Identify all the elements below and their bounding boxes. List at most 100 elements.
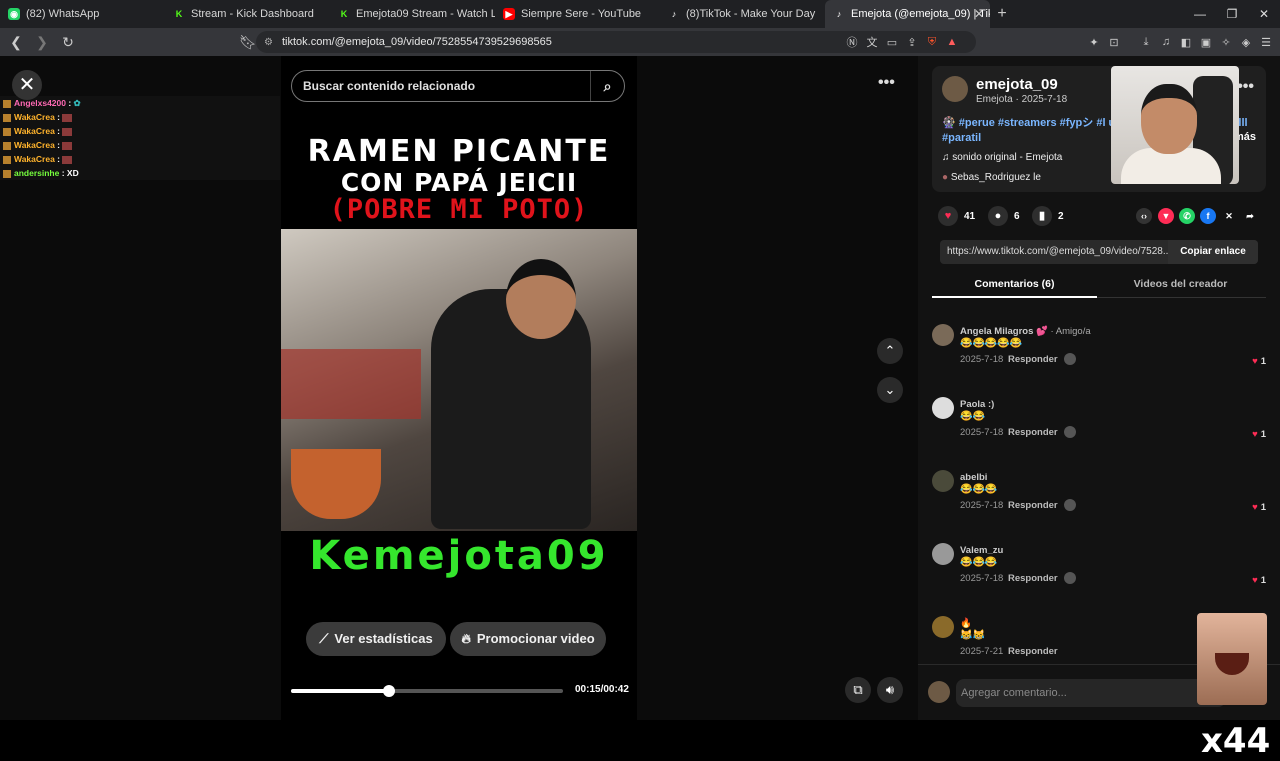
avatar[interactable]	[932, 324, 954, 346]
chat-line: andersinhe : XD	[0, 166, 280, 180]
rewards-icon[interactable]: ▲	[942, 36, 962, 48]
save-button[interactable]: ▮ 2	[1032, 206, 1064, 226]
sound-link[interactable]: ♫ sonido original - Emejota	[942, 152, 1062, 163]
chat-message: XD	[66, 168, 79, 178]
avatar[interactable]	[932, 616, 954, 638]
tab-tiktok-emejota[interactable]: ♪ Emejota (@emejota_09) | TikT ✕	[825, 0, 990, 28]
translate-icon[interactable]: 文	[862, 34, 882, 50]
comment-like-button[interactable]: ♥ 1	[1252, 356, 1266, 367]
bookmark-icon[interactable]: 🔖︎	[238, 34, 258, 51]
avatar[interactable]	[932, 543, 954, 565]
reply-button[interactable]: Responder	[1008, 354, 1058, 365]
more-options-icon[interactable]: •••	[878, 74, 895, 92]
embed-icon[interactable]: ‹›	[1136, 208, 1152, 224]
sidebar-icon[interactable]: ◧	[1176, 36, 1196, 49]
comment-date: 2025-7-21	[960, 646, 1004, 657]
search-icon[interactable]: ⌕	[590, 71, 624, 101]
avatar[interactable]	[932, 470, 954, 492]
back-icon[interactable]: ❮	[6, 34, 26, 51]
comment-author[interactable]: abelbi	[960, 472, 987, 483]
chevron-up-icon[interactable]: ⌃	[877, 338, 903, 364]
tab-comments[interactable]: Comentarios (6)	[932, 278, 1097, 298]
comment-like-button[interactable]: ♥ 1	[1252, 429, 1266, 440]
avatar[interactable]	[932, 397, 954, 419]
comment-text: 😹😹	[960, 630, 985, 641]
tab-kick-stream[interactable]: K Emejota09 Stream - Watch Live on Ki	[330, 0, 495, 28]
extensions-icon[interactable]: ✦	[1084, 36, 1104, 49]
repost-icon[interactable]: ▼	[1158, 208, 1174, 224]
media-icon[interactable]: ♫	[1156, 36, 1176, 48]
brave-shield-icon[interactable]: ⛨	[922, 36, 942, 49]
minimize-icon[interactable]: —	[1184, 0, 1216, 28]
cast-icon[interactable]: ▭	[882, 36, 902, 49]
emote-icon	[62, 155, 73, 164]
author-username[interactable]: emejota_09	[976, 76, 1058, 93]
screenshot-icon[interactable]: ⊡	[1104, 36, 1124, 49]
reply-button[interactable]: Responder	[1008, 427, 1058, 438]
progress-handle[interactable]	[382, 685, 395, 697]
reply-button[interactable]: Responder	[1008, 646, 1058, 657]
close-window-icon[interactable]: ✕	[1248, 0, 1280, 28]
chat-badge-icon	[3, 169, 11, 178]
tab-tiktok[interactable]: ♪ (8)TikTok - Make Your Day	[660, 0, 825, 28]
bookmark-icon: ▮	[1032, 206, 1052, 226]
comment-author[interactable]: Valem_zu	[960, 545, 1003, 556]
comment-button[interactable]: ● 6	[988, 206, 1020, 226]
add-comment-input[interactable]: Agregar comentario...	[956, 679, 1226, 707]
facebook-share-icon[interactable]: f	[1200, 208, 1216, 224]
comment-like-button[interactable]: ♥ 1	[1252, 575, 1266, 586]
comment-like-button[interactable]: ♥ 1	[1252, 502, 1266, 513]
chat-user: WakaCrea	[14, 126, 55, 136]
copy-link-button[interactable]: Copiar enlace	[1168, 240, 1258, 264]
chat-line: WakaCrea :	[0, 138, 280, 152]
site-settings-icon[interactable]: ⚙	[264, 37, 273, 48]
forward-icon[interactable]: ❯	[32, 34, 52, 51]
download-icon[interactable]: ⤓	[1136, 36, 1156, 49]
related-search-input[interactable]: Buscar contenido relacionado ⌕	[291, 70, 625, 102]
menu-icon[interactable]: ☰	[1256, 36, 1276, 49]
whatsapp-share-icon[interactable]: ✆	[1179, 208, 1195, 224]
reply-button[interactable]: Responder	[1008, 573, 1058, 584]
video-player[interactable]: Buscar contenido relacionado ⌕ RAMEN PIC…	[281, 56, 637, 720]
window-controls: — ❐ ✕	[1184, 0, 1280, 28]
volume-icon[interactable]: 🔊︎	[877, 677, 903, 703]
leo-icon[interactable]: ✧	[1216, 36, 1236, 49]
tab-creator-videos[interactable]: Videos del creador	[1098, 278, 1263, 290]
tab-youtube[interactable]: ▶ Siempre Sere - YouTube	[495, 0, 660, 28]
comment-author[interactable]: Paola :)	[960, 399, 994, 410]
chat-badge-icon	[3, 141, 11, 150]
creator-liked-icon	[1064, 572, 1076, 584]
view-stats-button[interactable]: ⟋ Ver estadísticas	[306, 622, 446, 656]
close-video-button[interactable]: ✕	[12, 70, 42, 100]
tab-title: Emejota (@emejota_09) | TikT	[851, 8, 990, 20]
reload-icon[interactable]: ↻	[58, 34, 78, 51]
comment-author[interactable]: 🔥	[960, 618, 972, 629]
heart-icon: ♥	[1252, 356, 1258, 367]
maximize-icon[interactable]: ❐	[1216, 0, 1248, 28]
like-button[interactable]: ♥ 41	[938, 206, 975, 226]
pip-icon[interactable]: ⧉	[845, 677, 871, 703]
share-icon[interactable]: ⇪	[902, 36, 922, 49]
comment-author[interactable]: Angela Milagros 💕	[960, 326, 1048, 337]
heart-icon: ♥	[1252, 502, 1258, 513]
avatar[interactable]	[942, 76, 968, 102]
promote-video-button[interactable]: 🔥︎ Promocionar video	[450, 622, 606, 656]
vpn-icon[interactable]: ◈	[1236, 36, 1256, 49]
info-more-icon[interactable]: •••	[1237, 78, 1254, 96]
chat-badge-icon	[3, 155, 11, 164]
tab-kick-dashboard[interactable]: K Stream - Kick Dashboard	[165, 0, 330, 28]
creator-liked-icon	[1064, 353, 1076, 365]
collab-link[interactable]: ● Sebas_Rodriguez le	[942, 172, 1041, 183]
video-progress-bar[interactable]	[291, 685, 563, 697]
tab-whatsapp[interactable]: ◉ (82) WhatsApp	[0, 0, 165, 28]
wallet-icon[interactable]: ▣	[1196, 36, 1216, 49]
share-arrow-icon[interactable]: ➦	[1242, 208, 1258, 224]
new-tab-button[interactable]: +	[990, 5, 1014, 23]
emote-icon: ✿	[73, 98, 81, 108]
video-link-field[interactable]: https://www.tiktok.com/@emejota_09/video…	[940, 240, 1258, 264]
close-tab-icon[interactable]: ✕	[974, 7, 984, 21]
x-share-icon[interactable]: ✕	[1221, 208, 1237, 224]
no-translate-icon[interactable]: Ⓝ	[842, 34, 862, 50]
reply-button[interactable]: Responder	[1008, 500, 1058, 511]
chevron-down-icon[interactable]: ⌄	[877, 377, 903, 403]
